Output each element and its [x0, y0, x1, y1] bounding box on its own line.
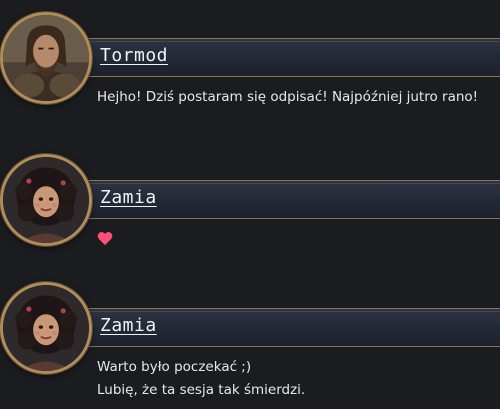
message-line: Warto było poczekać ;) [97, 359, 252, 375]
author-name[interactable]: Tormod [100, 45, 168, 66]
chat-message: Zamia Warto było poczekać ;) Lubię, że t… [0, 270, 500, 400]
avatar[interactable] [0, 154, 92, 246]
author-bar: Tormod [62, 38, 500, 77]
heart-icon [97, 231, 113, 246]
message-text [97, 228, 497, 251]
author-bar: Zamia [62, 180, 500, 219]
avatar-portrait [3, 15, 89, 101]
message-line: Hejho! Dziś postaram się odpisać! Najpóź… [97, 89, 479, 105]
avatar-portrait [3, 157, 89, 243]
message-text: Hejho! Dziś postaram się odpisać! Najpóź… [97, 86, 497, 109]
chat-message: Tormod Hejho! Dziś postaram się odpisać!… [0, 0, 500, 130]
author-name[interactable]: Zamia [100, 187, 157, 208]
message-text: Warto było poczekać ;) Lubię, że ta sesj… [97, 356, 497, 402]
author-bar: Zamia [62, 308, 500, 347]
message-line: Lubię, że ta sesja tak śmierdzi. [97, 382, 306, 398]
chat-message: Zamia [0, 142, 500, 272]
avatar-portrait [3, 285, 89, 371]
avatar[interactable] [0, 12, 92, 104]
avatar[interactable] [0, 282, 92, 374]
author-name[interactable]: Zamia [100, 315, 157, 336]
